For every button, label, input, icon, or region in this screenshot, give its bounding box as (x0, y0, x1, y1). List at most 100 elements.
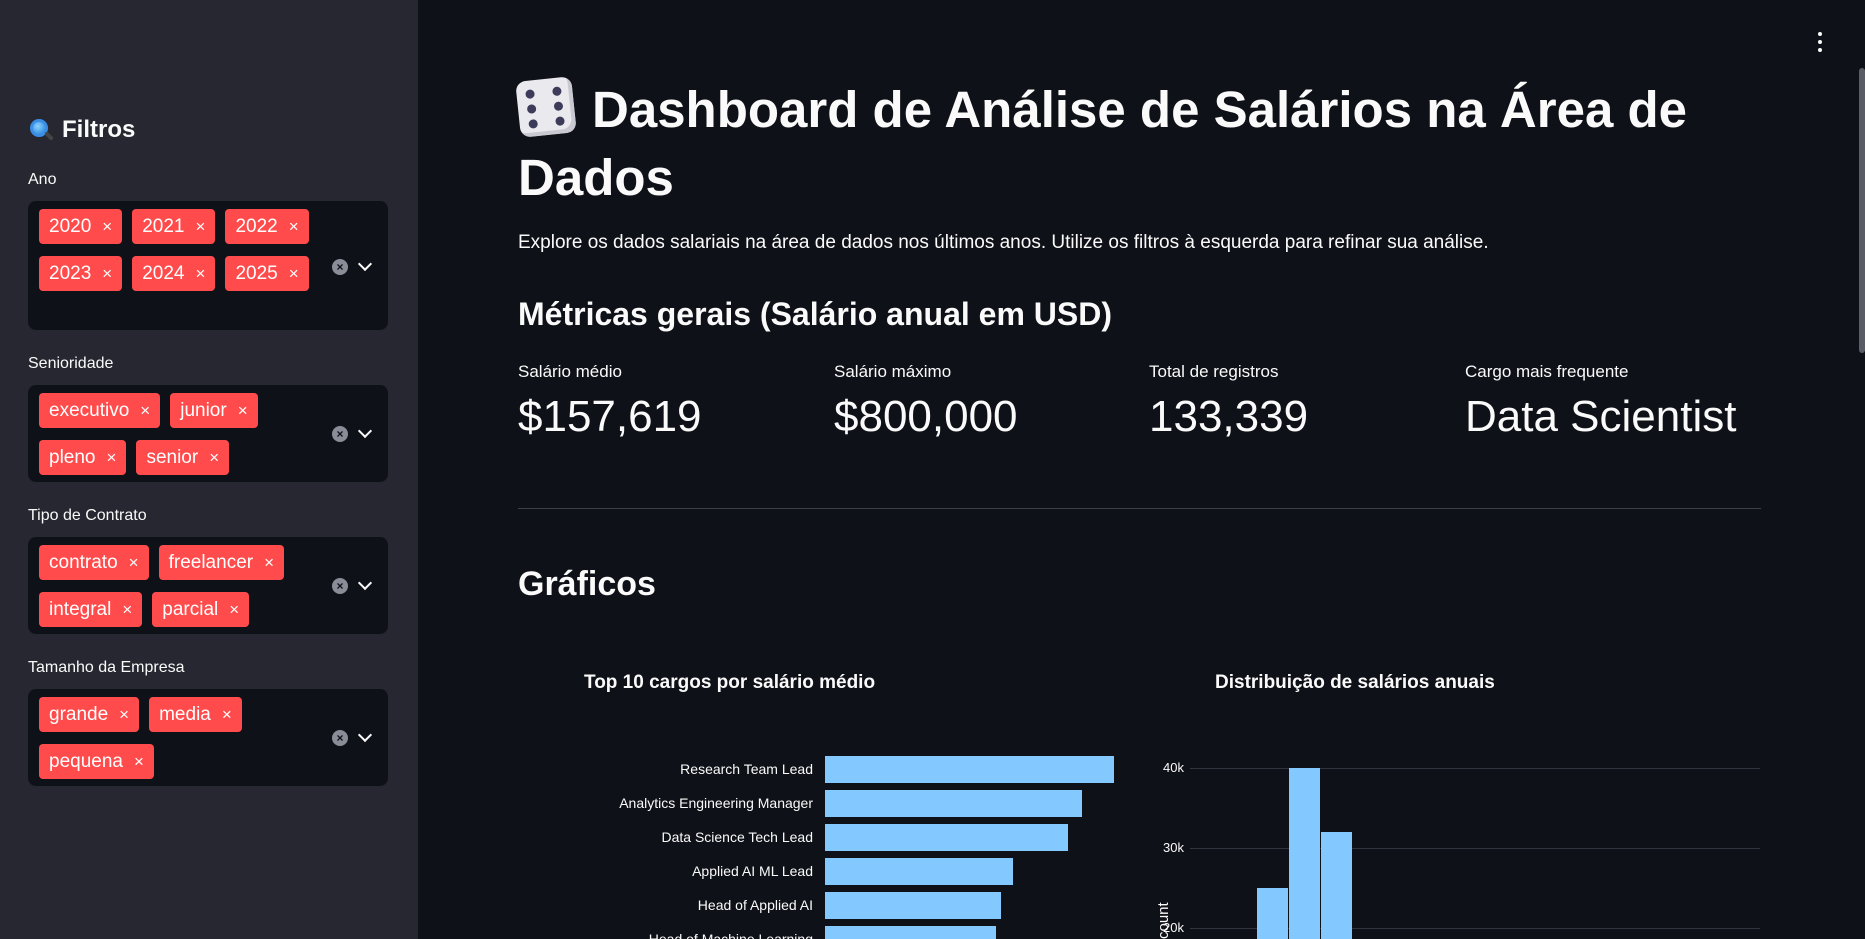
chip-remove-icon[interactable]: × (119, 706, 129, 723)
bar-label: Applied AI ML Lead (692, 863, 813, 879)
bar[interactable] (825, 790, 1082, 817)
chip-contrato[interactable]: contrato × (39, 545, 149, 580)
chip-label: 2024 (142, 262, 185, 284)
chip-senior[interactable]: senior × (136, 440, 230, 475)
chip-label: executivo (49, 399, 130, 421)
chip-label: integral (49, 598, 112, 620)
bar[interactable] (825, 926, 996, 939)
chip-2022[interactable]: 2022 × (225, 209, 309, 244)
chip-list: 2020 × 2021 × 2022 × 2023 × 2024 × 2025 × (39, 209, 319, 291)
chip-2023[interactable]: 2023 × (39, 256, 123, 291)
chip-grande[interactable]: grande × (39, 697, 140, 732)
metric-total-records: Total de registros 133,339 (1149, 362, 1308, 442)
chevron-down-icon[interactable] (357, 575, 373, 591)
chip-integral[interactable]: integral × (39, 592, 143, 627)
chip-label: freelancer (168, 551, 254, 573)
clear-x-icon[interactable]: × (332, 578, 348, 594)
clear-x-icon[interactable]: × (332, 426, 348, 442)
metric-value: $800,000 (834, 392, 1018, 441)
bar-label: Data Science Tech Lead (661, 829, 813, 845)
chip-remove-icon[interactable]: × (238, 402, 248, 419)
histogram-bar[interactable] (1257, 888, 1288, 939)
filter-label-senioridade: Senioridade (28, 355, 114, 372)
filter-label-tamanho-empresa: Tamanho da Empresa (28, 659, 185, 676)
chip-remove-icon[interactable]: × (209, 449, 219, 466)
chip-label: 2020 (49, 215, 92, 237)
multiselect-senioridade[interactable]: executivo × junior × pleno × senior × × (28, 385, 388, 482)
chip-remove-icon[interactable]: × (229, 601, 239, 618)
metric-label: Salário médio (518, 362, 622, 381)
bar[interactable] (825, 824, 1068, 851)
chip-parcial[interactable]: parcial × (152, 592, 250, 627)
metric-label: Salário máximo (834, 362, 952, 381)
chip-label: parcial (162, 598, 219, 620)
bar-label: Research Team Lead (680, 761, 813, 777)
chip-label: 2021 (142, 215, 185, 237)
chip-remove-icon[interactable]: × (264, 554, 274, 571)
bar[interactable] (825, 892, 1001, 919)
chip-remove-icon[interactable]: × (140, 402, 150, 419)
bar[interactable] (825, 756, 1114, 783)
chip-remove-icon[interactable]: × (102, 265, 112, 282)
chip-junior[interactable]: junior × (170, 393, 258, 428)
metric-most-frequent-role: Cargo mais frequente Data Scientist (1465, 362, 1736, 442)
sidebar-title-text: Filtros (62, 116, 136, 143)
chip-media[interactable]: media × (149, 697, 242, 732)
chip-remove-icon[interactable]: × (129, 554, 139, 571)
bar[interactable] (825, 858, 1013, 885)
multiselect-tamanho-empresa[interactable]: grande × media × pequena × × (28, 689, 388, 786)
gridline (1190, 768, 1760, 769)
page-title-text: Dashboard de Análise de Salários na Área… (518, 81, 1688, 206)
chip-remove-icon[interactable]: × (107, 449, 117, 466)
chip-label: 2022 (235, 215, 278, 237)
chevron-down-icon[interactable] (357, 256, 373, 272)
y-tick-label: 30k (1163, 840, 1184, 855)
filter-label-ano: Ano (28, 171, 57, 188)
bar-label: Head of Machine Learning (648, 931, 813, 939)
chip-remove-icon[interactable]: × (196, 218, 206, 235)
scrollbar[interactable] (1859, 68, 1865, 353)
chip-freelancer[interactable]: freelancer × (158, 545, 285, 580)
chip-remove-icon[interactable]: × (289, 218, 299, 235)
sidebar: Filtros Ano 2020 × 2021 × 2022 × 2023 × 2024 × 202… (0, 0, 418, 939)
page-title: Dashboard de Análise de Salários na Área… (515, 76, 1768, 212)
chip-label: pequena (49, 750, 123, 772)
sidebar-title: Filtros (28, 116, 135, 144)
chip-2020[interactable]: 2020 × (39, 209, 123, 244)
chip-2024[interactable]: 2024 × (132, 256, 216, 291)
chip-remove-icon[interactable]: × (134, 753, 144, 770)
magnifier-icon (28, 117, 54, 143)
chip-remove-icon[interactable]: × (122, 601, 132, 618)
multiselect-tipo-contrato[interactable]: contrato × freelancer × integral × parcial × × (28, 537, 388, 634)
chip-2025[interactable]: 2025 × (225, 256, 309, 291)
metric-label: Total de registros (1149, 362, 1279, 381)
chevron-down-icon[interactable] (357, 423, 373, 439)
chip-remove-icon[interactable]: × (196, 265, 206, 282)
chip-label: senior (146, 446, 199, 468)
metric-average-salary: Salário médio $157,619 (518, 362, 702, 442)
chip-pleno[interactable]: pleno × (39, 440, 127, 475)
chip-2021[interactable]: 2021 × (132, 209, 216, 244)
chip-remove-icon[interactable]: × (102, 218, 112, 235)
chip-remove-icon[interactable]: × (289, 265, 299, 282)
chip-executivo[interactable]: executivo × (39, 393, 161, 428)
chip-remove-icon[interactable]: × (222, 706, 232, 723)
multiselect-ano[interactable]: 2020 × 2021 × 2022 × 2023 × 2024 × 2025 × × (28, 201, 388, 330)
metric-label: Cargo mais frequente (1465, 362, 1629, 381)
chart-title-top-roles: Top 10 cargos por salário médio (584, 672, 876, 693)
metric-value: 133,339 (1149, 392, 1309, 441)
histogram-bar[interactable] (1321, 832, 1352, 939)
chevron-down-icon[interactable] (357, 727, 373, 743)
chip-pequena[interactable]: pequena × (39, 744, 154, 779)
chip-label: junior (180, 399, 227, 421)
chip-list: executivo × junior × pleno × senior × (39, 393, 319, 475)
kebab-menu-icon[interactable] (1814, 32, 1826, 52)
chip-label: 2023 (49, 262, 92, 284)
clear-x-icon[interactable]: × (332, 730, 348, 746)
gridline (1190, 848, 1760, 849)
histogram-bar[interactable] (1289, 768, 1320, 939)
metrics-heading: Métricas gerais (Salário anual em USD) (518, 296, 1112, 332)
y-tick-label: 40k (1163, 760, 1184, 775)
clear-x-icon[interactable]: × (332, 259, 348, 275)
chip-label: media (159, 703, 211, 725)
